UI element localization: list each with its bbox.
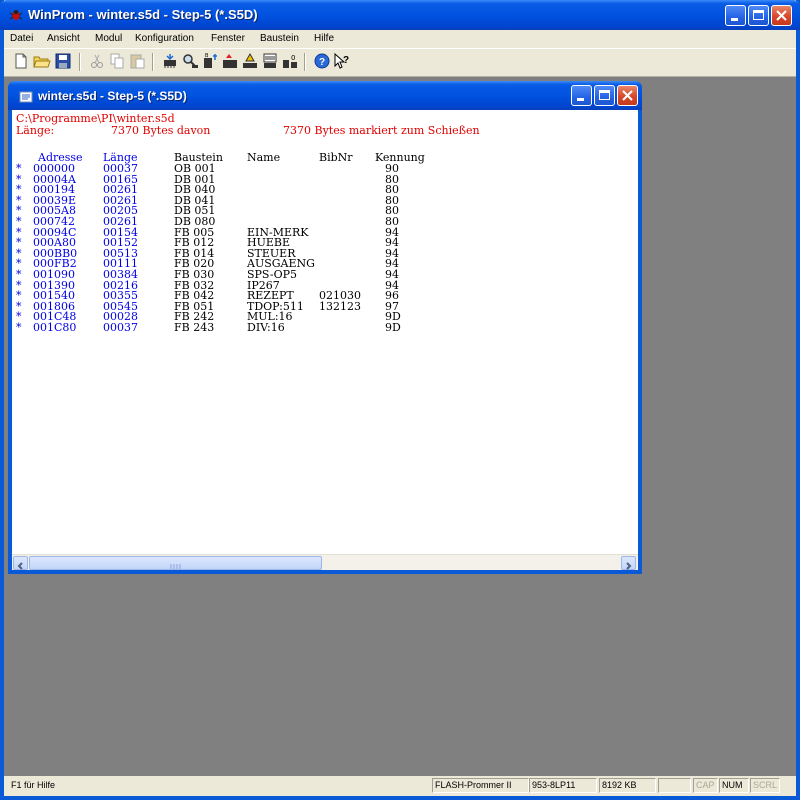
status-device: FLASH-Prommer II — [432, 778, 529, 793]
cell-baustein: FB 243 — [174, 321, 215, 334]
document-title: winter.s5d - Step-5 (*.S5D) — [38, 89, 187, 103]
svg-text:B: B — [205, 53, 209, 59]
blank-check-icon[interactable]: B — [201, 52, 219, 70]
new-file-icon[interactable] — [12, 52, 30, 70]
close-icon — [776, 10, 787, 21]
scroll-left-button[interactable] — [13, 556, 28, 570]
length-label: Länge: — [16, 124, 55, 137]
maximize-icon — [753, 10, 764, 20]
arrow-right-icon — [626, 562, 632, 570]
cut-icon[interactable] — [88, 52, 106, 70]
svg-text:?: ? — [319, 57, 325, 68]
paste-icon[interactable] — [128, 52, 146, 70]
close-button[interactable] — [771, 5, 792, 26]
document-icon — [19, 91, 33, 103]
window-title: WinProm - winter.s5d - Step-5 (*.S5D) — [28, 7, 258, 22]
toolbar-separator — [304, 53, 306, 71]
status-chip: 953-8LP11 — [529, 778, 597, 793]
cell-kennung: 9D — [385, 321, 401, 334]
marked-bytes: 7370 Bytes markiert zum Schießen — [283, 124, 480, 137]
maximize-button[interactable] — [748, 5, 769, 26]
cell-adresse: 001C80 — [33, 321, 77, 334]
status-bar: F1 für Hilfe FLASH-Prommer II 953-8LP11 … — [4, 776, 796, 796]
toolbar-separator — [152, 53, 154, 71]
status-size: 8192 KB — [599, 778, 656, 793]
menu-datei[interactable]: Datei — [10, 33, 33, 44]
grip-icon — [170, 564, 181, 569]
help-icon[interactable]: ? — [313, 52, 331, 70]
doc-close-button[interactable] — [617, 85, 638, 106]
minimize-icon — [577, 98, 584, 101]
header-kennung: Kennung — [375, 151, 425, 164]
copy-icon[interactable] — [108, 52, 126, 70]
doc-maximize-button[interactable] — [594, 85, 615, 106]
minimize-button[interactable] — [725, 5, 746, 26]
toolbar: B 0 ? ? — [4, 48, 796, 77]
svg-text:0: 0 — [291, 54, 295, 62]
mdi-client-area: winter.s5d - Step-5 (*.S5D) C:\Programme… — [4, 77, 796, 776]
menu-fenster[interactable]: Fenster — [211, 33, 245, 44]
inspect-icon[interactable] — [181, 52, 199, 70]
svg-text:?: ? — [343, 55, 349, 66]
menu-konfiguration[interactable]: Konfiguration — [135, 33, 194, 44]
open-folder-icon[interactable] — [33, 52, 51, 70]
menu-baustein[interactable]: Baustein — [260, 33, 299, 44]
compare-icon[interactable] — [241, 52, 259, 70]
status-num: NUM — [719, 778, 749, 793]
menu-modul[interactable]: Modul — [95, 33, 122, 44]
scroll-thumb[interactable] — [29, 556, 322, 570]
document-window: winter.s5d - Step-5 (*.S5D) C:\Programme… — [8, 81, 642, 574]
cell-name: DIV:16 — [247, 321, 285, 334]
arrow-left-icon — [17, 562, 23, 570]
program-icon[interactable] — [221, 52, 239, 70]
minimize-icon — [731, 18, 738, 21]
module-icon[interactable]: 0 — [281, 52, 299, 70]
eprom-read-icon[interactable] — [161, 52, 179, 70]
row-marker: * — [16, 321, 22, 334]
menu-bar: Datei Ansicht Modul Konfiguration Fenste… — [4, 30, 796, 48]
horizontal-scrollbar[interactable] — [12, 554, 638, 570]
main-window: WinProm - winter.s5d - Step-5 (*.S5D) Da… — [0, 0, 800, 800]
maximize-icon — [599, 90, 610, 100]
doc-minimize-button[interactable] — [571, 85, 592, 106]
header-name: Name — [247, 151, 281, 164]
menu-hilfe[interactable]: Hilfe — [314, 33, 334, 44]
scroll-right-button[interactable] — [621, 556, 636, 570]
status-cap: CAP — [693, 778, 718, 793]
status-scrl: SCRL — [750, 778, 780, 793]
cell-laenge: 00037 — [103, 321, 138, 334]
erase-icon[interactable] — [261, 52, 279, 70]
app-bug-icon — [9, 10, 23, 20]
menu-ansicht[interactable]: Ansicht — [47, 33, 80, 44]
context-help-icon[interactable]: ? — [333, 52, 351, 70]
close-icon — [622, 90, 633, 101]
toolbar-separator — [79, 53, 81, 71]
length-bytes: 7370 Bytes davon — [111, 124, 211, 137]
header-bibnr: BibNr — [319, 151, 353, 164]
title-bar[interactable]: WinProm - winter.s5d - Step-5 (*.S5D) — [0, 0, 800, 30]
status-help: F1 für Hilfe — [11, 780, 56, 790]
cell-bibnr: 132123 — [319, 299, 361, 313]
module-listing[interactable]: C:\Programme\PI\winter.s5d Länge: 7370 B… — [12, 110, 638, 554]
save-icon[interactable] — [54, 52, 72, 70]
document-title-bar[interactable]: winter.s5d - Step-5 (*.S5D) — [8, 81, 642, 110]
status-empty — [658, 778, 691, 793]
file-path: C:\Programme\PI\winter.s5d — [16, 112, 175, 125]
